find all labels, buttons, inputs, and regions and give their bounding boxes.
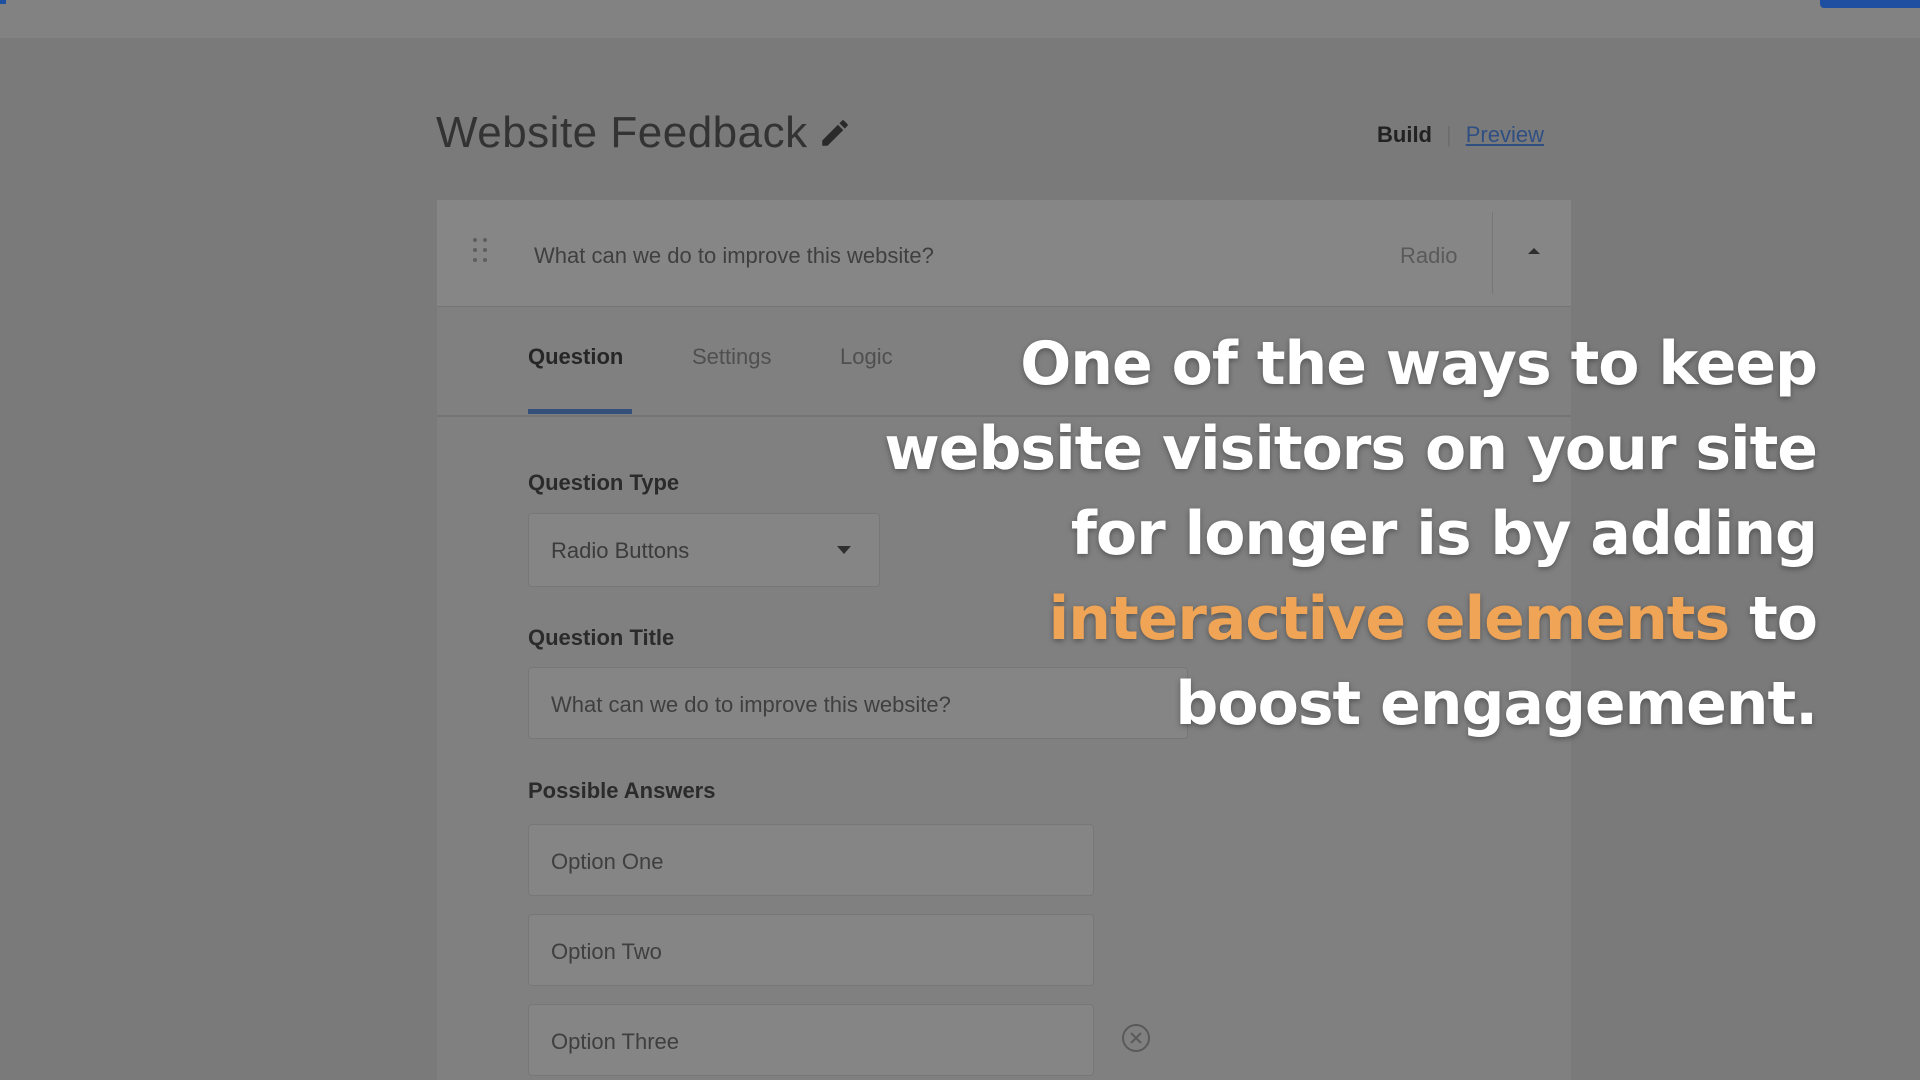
caption-line-3: for longer is by adding: [1070, 499, 1818, 569]
top-bar: [0, 0, 1920, 38]
mode-separator: |: [1446, 122, 1452, 147]
question-type-value: Radio Buttons: [551, 538, 690, 563]
caption-line-5: boost engagement.: [1175, 669, 1818, 739]
caption-highlight: interactive elements: [1048, 584, 1731, 654]
question-card-header[interactable]: What can we do to improve this website? …: [437, 200, 1571, 307]
preview-link[interactable]: Preview: [1466, 122, 1544, 147]
question-summary: What can we do to improve this website?: [534, 243, 934, 268]
page-title: Website Feedback: [436, 108, 808, 157]
overlay-caption: One of the ways to keep website visitors…: [857, 322, 1818, 747]
chevron-up-icon[interactable]: [1523, 240, 1545, 262]
header-divider: [1492, 212, 1493, 294]
drag-handle-icon[interactable]: [473, 238, 491, 270]
mode-switch: Build | Preview: [1377, 122, 1544, 148]
question-type-badge: Radio: [1400, 243, 1458, 268]
possible-answers-label: Possible Answers: [528, 778, 716, 803]
tab-settings[interactable]: Settings: [692, 344, 772, 370]
build-tab[interactable]: Build: [1377, 122, 1432, 147]
answer-option-input[interactable]: Option One: [528, 824, 1094, 896]
top-bar-left-accent: [0, 0, 6, 4]
question-type-label: Question Type: [528, 470, 680, 495]
caret-down-icon: [837, 546, 851, 554]
caption-line-4-rest: to: [1749, 584, 1818, 654]
tab-question[interactable]: Question: [528, 344, 623, 370]
caption-line-1: One of the ways to keep: [1020, 329, 1818, 399]
question-title-label: Question Title: [528, 625, 675, 650]
remove-circle-icon[interactable]: [1120, 1022, 1152, 1054]
question-type-select[interactable]: Radio Buttons: [528, 513, 880, 587]
top-bar-action-button[interactable]: [1820, 0, 1920, 8]
pencil-icon[interactable]: [818, 116, 852, 150]
answer-option-input[interactable]: Option Two: [528, 914, 1094, 986]
caption-line-2: website visitors on your site: [884, 414, 1818, 484]
answer-option-input[interactable]: Option Three: [528, 1004, 1094, 1076]
active-tab-indicator: [528, 409, 632, 414]
caption-line-4: interactive elements to: [857, 577, 1818, 662]
